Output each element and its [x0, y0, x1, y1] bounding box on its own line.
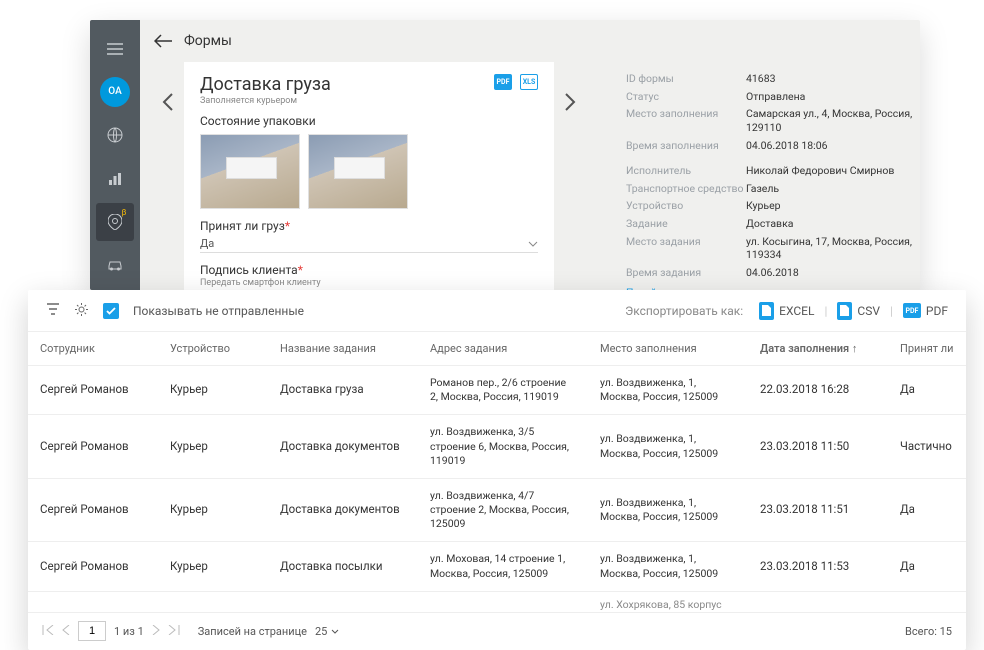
first-page-icon	[42, 625, 54, 635]
photo-gallery	[200, 134, 538, 209]
col-address[interactable]: Адрес задания	[418, 332, 588, 366]
table-row[interactable]: Сергей РомановКурьерДоставка посылкиул. …	[28, 542, 966, 591]
chevron-down-icon	[528, 241, 538, 247]
menu-button[interactable]	[96, 30, 134, 67]
globe-icon	[107, 127, 123, 143]
accepted-value: Да	[200, 237, 214, 250]
app-main: Формы Доставка груза Заполняется курьеро…	[140, 20, 920, 290]
pager-last-button[interactable]	[168, 625, 180, 638]
col-place[interactable]: Место заполнения	[588, 332, 748, 366]
prev-form-button[interactable]	[152, 62, 184, 290]
sidebar-item-vehicle[interactable]	[96, 247, 134, 284]
form-title: Доставка груза	[200, 74, 331, 95]
chevron-left-icon	[162, 92, 174, 112]
table-window: Показывать не отправленные Экспортироват…	[28, 290, 966, 650]
arrow-left-icon	[154, 34, 172, 48]
sidebar-avatar[interactable]: OA	[96, 73, 134, 110]
table-toolbar: Показывать не отправленные Экспортироват…	[28, 290, 966, 332]
settings-button[interactable]	[74, 302, 89, 320]
packaging-photo-1[interactable]	[200, 134, 300, 209]
page-title: Формы	[184, 33, 232, 49]
export-pdf-button[interactable]: PDFPDF	[903, 303, 948, 318]
pdf-icon: PDF	[497, 78, 510, 86]
content-row: Доставка груза Заполняется курьером PDF …	[140, 62, 920, 290]
export-label: Экспортировать как:	[625, 304, 743, 318]
chevron-right-icon	[564, 92, 576, 112]
table-row[interactable]: Сергей РомановКурьерДоставка документову…	[28, 478, 966, 542]
export-csv-button[interactable]: CSV	[837, 302, 880, 320]
car-icon	[107, 259, 123, 271]
col-accepted[interactable]: Принят ли	[888, 332, 966, 366]
next-form-button[interactable]	[554, 62, 586, 290]
chevron-right-icon	[152, 625, 160, 635]
location-icon	[108, 214, 122, 230]
chevron-down-icon	[331, 629, 339, 634]
check-icon	[106, 307, 116, 315]
pager: 1 из 1 Записей на странице 25 Всего: 15	[28, 612, 966, 650]
beta-badge: β	[122, 208, 127, 217]
page-of-label: 1 из 1	[114, 625, 144, 638]
page-input[interactable]	[78, 621, 106, 641]
filter-icon	[46, 302, 60, 316]
pager-next-button[interactable]	[152, 625, 160, 638]
export-excel-button[interactable]: EXCEL	[759, 302, 814, 320]
table-row[interactable]: Сергей РомановКурьерДоставка документову…	[28, 415, 966, 479]
pdf-export-button[interactable]: PDF	[494, 74, 512, 90]
data-table-wrap: Сотрудник Устройство Название задания Ад…	[28, 332, 966, 612]
pdf-icon: PDF	[903, 303, 921, 318]
xls-icon: XLS	[523, 78, 536, 86]
total-label: Всего: 15	[905, 625, 952, 638]
info-val: 41683	[746, 72, 776, 86]
back-button[interactable]	[154, 34, 172, 48]
pager-prev-button[interactable]	[62, 625, 70, 638]
filter-button[interactable]	[46, 302, 60, 319]
form-panel: Доставка груза Заполняется курьером PDF …	[184, 62, 554, 290]
form-subtitle: Заполняется курьером	[200, 96, 331, 106]
info-key: ID формы	[626, 72, 746, 86]
hamburger-icon	[107, 43, 123, 55]
accepted-select[interactable]: Да	[200, 233, 538, 253]
file-icon	[837, 302, 852, 320]
sidebar: OA β	[90, 20, 140, 290]
pager-first-button[interactable]	[42, 625, 54, 638]
data-table: Сотрудник Устройство Название задания Ад…	[28, 332, 966, 612]
last-page-icon	[168, 625, 180, 635]
avatar: OA	[100, 77, 130, 107]
col-date[interactable]: Дата заполнения ↑	[748, 332, 888, 366]
accepted-field-label: Принят ли груз*	[200, 219, 538, 233]
per-page-label: Записей на странице	[198, 625, 307, 638]
bar-chart-icon	[108, 172, 122, 186]
per-page-select[interactable]: 25	[315, 625, 339, 638]
packaging-photo-2[interactable]	[308, 134, 408, 209]
table-header-row: Сотрудник Устройство Название задания Ад…	[28, 332, 966, 366]
gear-icon	[74, 302, 89, 317]
file-icon	[759, 302, 774, 320]
table-row[interactable]: Сергей РомановКурьерДоставка грузаРомано…	[28, 366, 966, 415]
col-device[interactable]: Устройство	[158, 332, 268, 366]
xls-export-button[interactable]: XLS	[520, 74, 538, 90]
sidebar-item-globe[interactable]	[96, 117, 134, 154]
chevron-left-icon	[62, 625, 70, 635]
signature-field-label: Подпись клиента*	[200, 263, 538, 277]
table-row-cut: ул. Хохрякова, 85 корпус	[28, 591, 966, 612]
signature-hint: Передать смартфон клиенту	[200, 278, 538, 288]
sidebar-item-chart[interactable]	[96, 160, 134, 197]
col-task[interactable]: Название задания	[268, 332, 418, 366]
top-bar: Формы	[140, 20, 920, 62]
col-employee[interactable]: Сотрудник	[28, 332, 158, 366]
app-window: OA β Формы	[90, 20, 920, 290]
show-unsent-label: Показывать не отправленные	[133, 304, 304, 318]
sidebar-item-location[interactable]: β	[96, 203, 134, 240]
info-panel: ID формы41683 СтатусОтправлена Место зап…	[586, 62, 920, 290]
packaging-label: Состояние упаковки	[200, 114, 538, 128]
show-unsent-checkbox[interactable]	[103, 303, 119, 319]
